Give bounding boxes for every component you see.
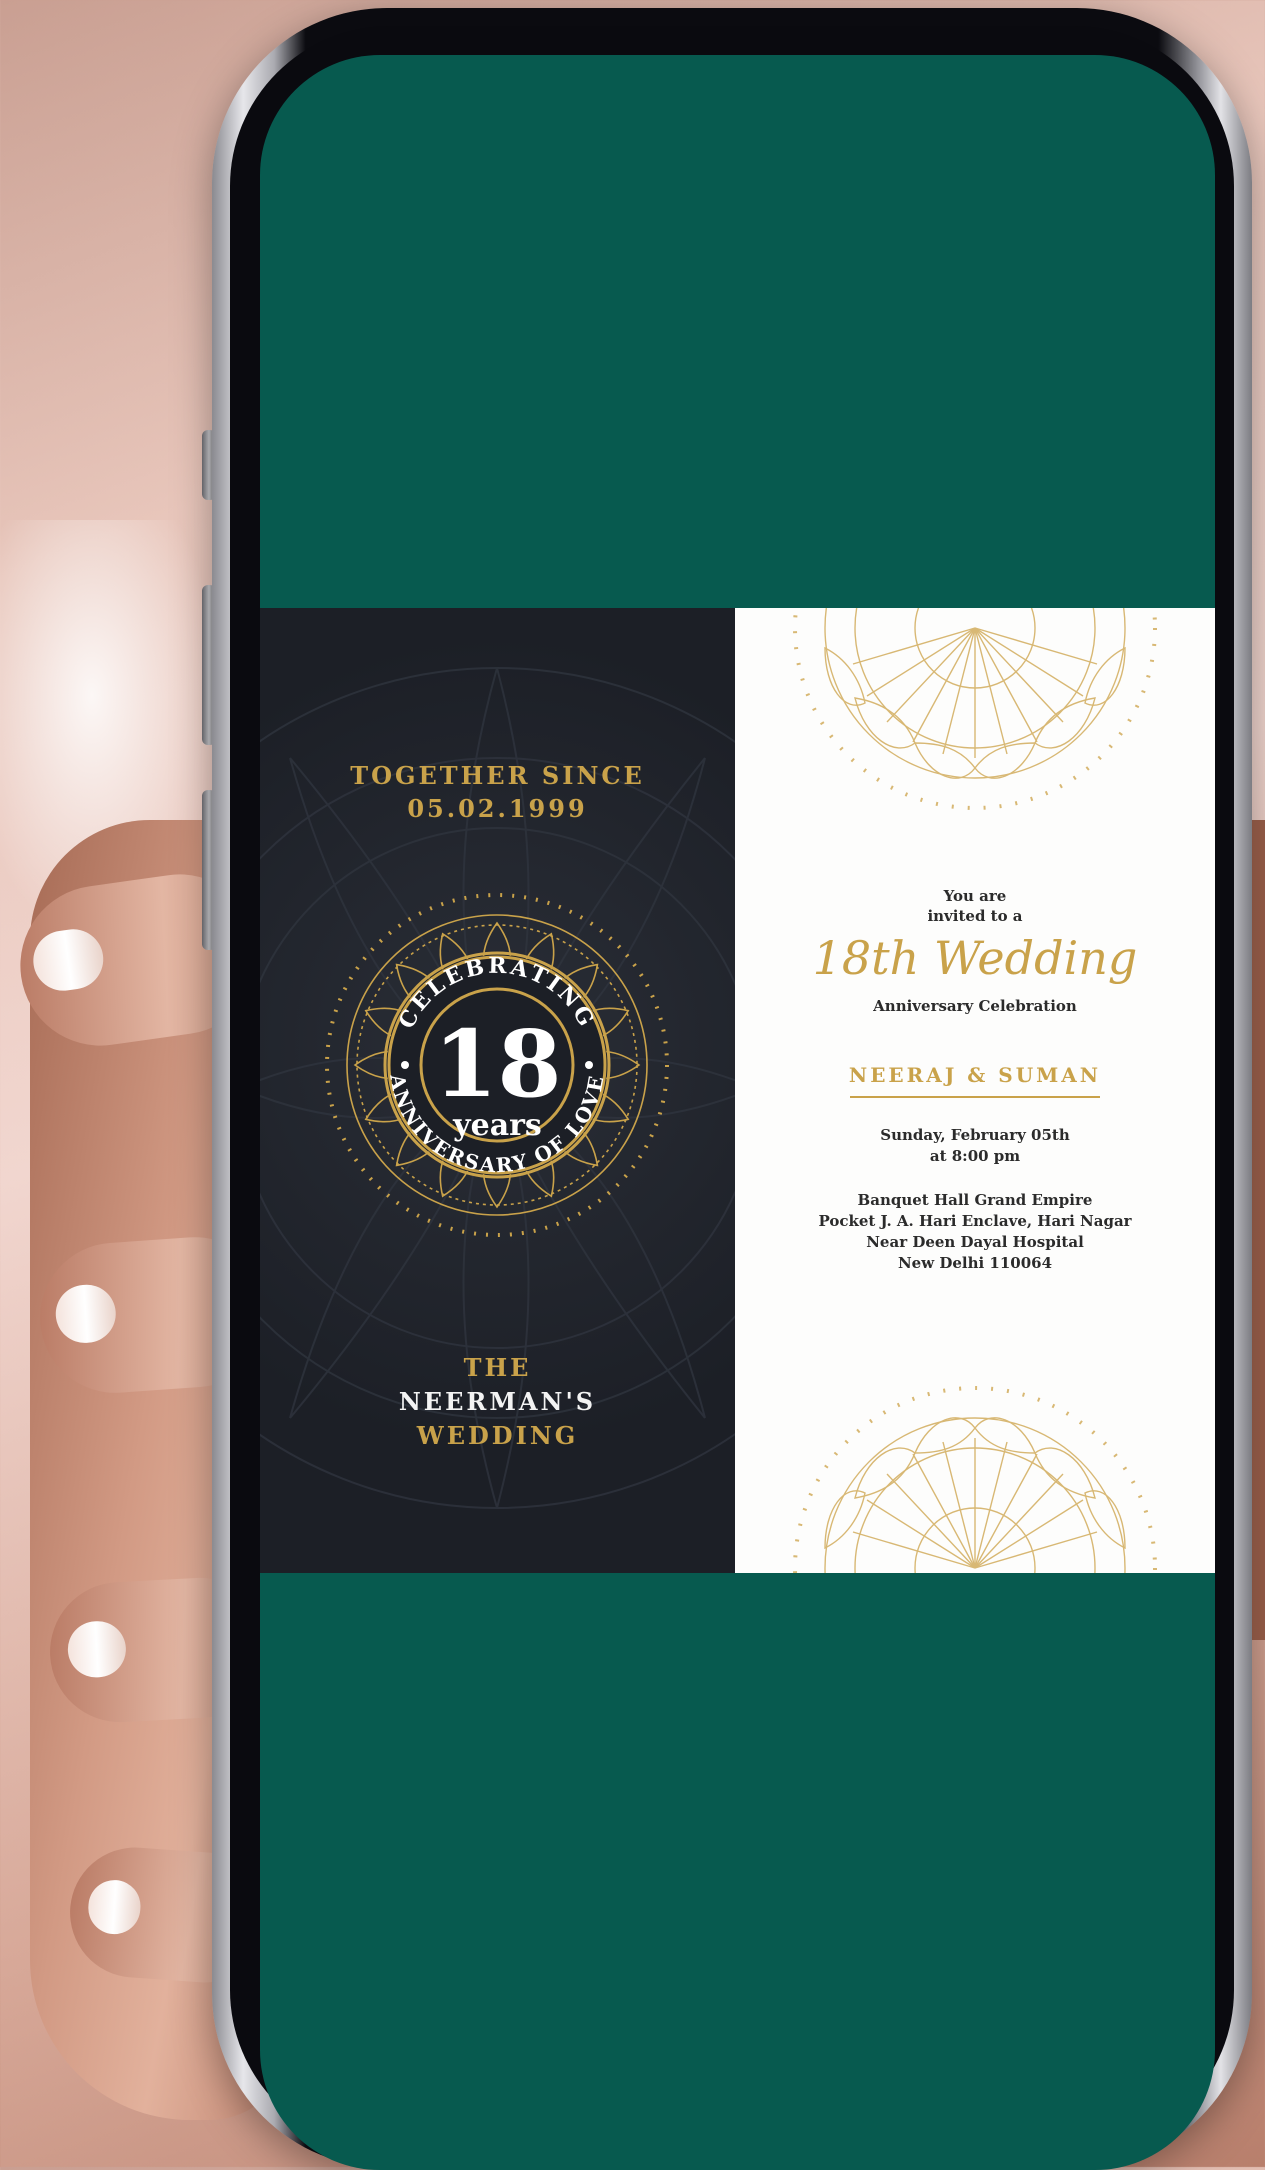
bottom-mandala-ornament: [793, 1386, 1157, 1573]
address-line4: New Delhi 110064: [897, 1254, 1053, 1272]
together-since-label: TOGETHER SINCE: [350, 761, 645, 790]
address-line2: Pocket J. A. Hari Enclave, Hari Nagar: [818, 1212, 1132, 1230]
invitation-dark-panel: TOGETHER SINCE 05.02.1999 CELEBRATING AN…: [260, 608, 735, 1573]
couple-title-line2: NEERMAN'S: [398, 1387, 597, 1416]
top-mandala-ornament: [793, 608, 1157, 810]
invitation-light-panel: You are invited to a 18th Wedding Annive…: [735, 608, 1215, 1573]
fingernail: [66, 1619, 128, 1679]
names-underline: [850, 1096, 1100, 1098]
phone-screen: TOGETHER SINCE 05.02.1999 CELEBRATING AN…: [260, 55, 1215, 2170]
fingernail: [53, 1282, 118, 1345]
intro-line1: You are: [943, 887, 1007, 905]
date-line1: Sunday, February 05th: [880, 1126, 1070, 1144]
subtitle: Anniversary Celebration: [873, 997, 1077, 1015]
date-line2: at 8:00 pm: [929, 1147, 1021, 1165]
anniversary-years-label: years: [453, 1108, 542, 1143]
couple-title-line1: THE: [463, 1353, 532, 1382]
anniversary-number: 18: [433, 1010, 562, 1118]
script-title: 18th Wedding: [812, 931, 1138, 985]
fingernail: [29, 925, 108, 995]
intro-line2: invited to a: [927, 907, 1023, 925]
address-line1: Banquet Hall Grand Empire: [857, 1191, 1093, 1209]
couple-names: NEERAJ & SUMAN: [848, 1063, 1102, 1087]
address-line3: Near Deen Dayal Hospital: [866, 1233, 1084, 1251]
fingernail: [86, 1878, 143, 1936]
invitation-card: TOGETHER SINCE 05.02.1999 CELEBRATING AN…: [260, 608, 1215, 1573]
together-since-date: 05.02.1999: [407, 794, 588, 823]
couple-title-line3: WEDDING: [416, 1421, 579, 1450]
